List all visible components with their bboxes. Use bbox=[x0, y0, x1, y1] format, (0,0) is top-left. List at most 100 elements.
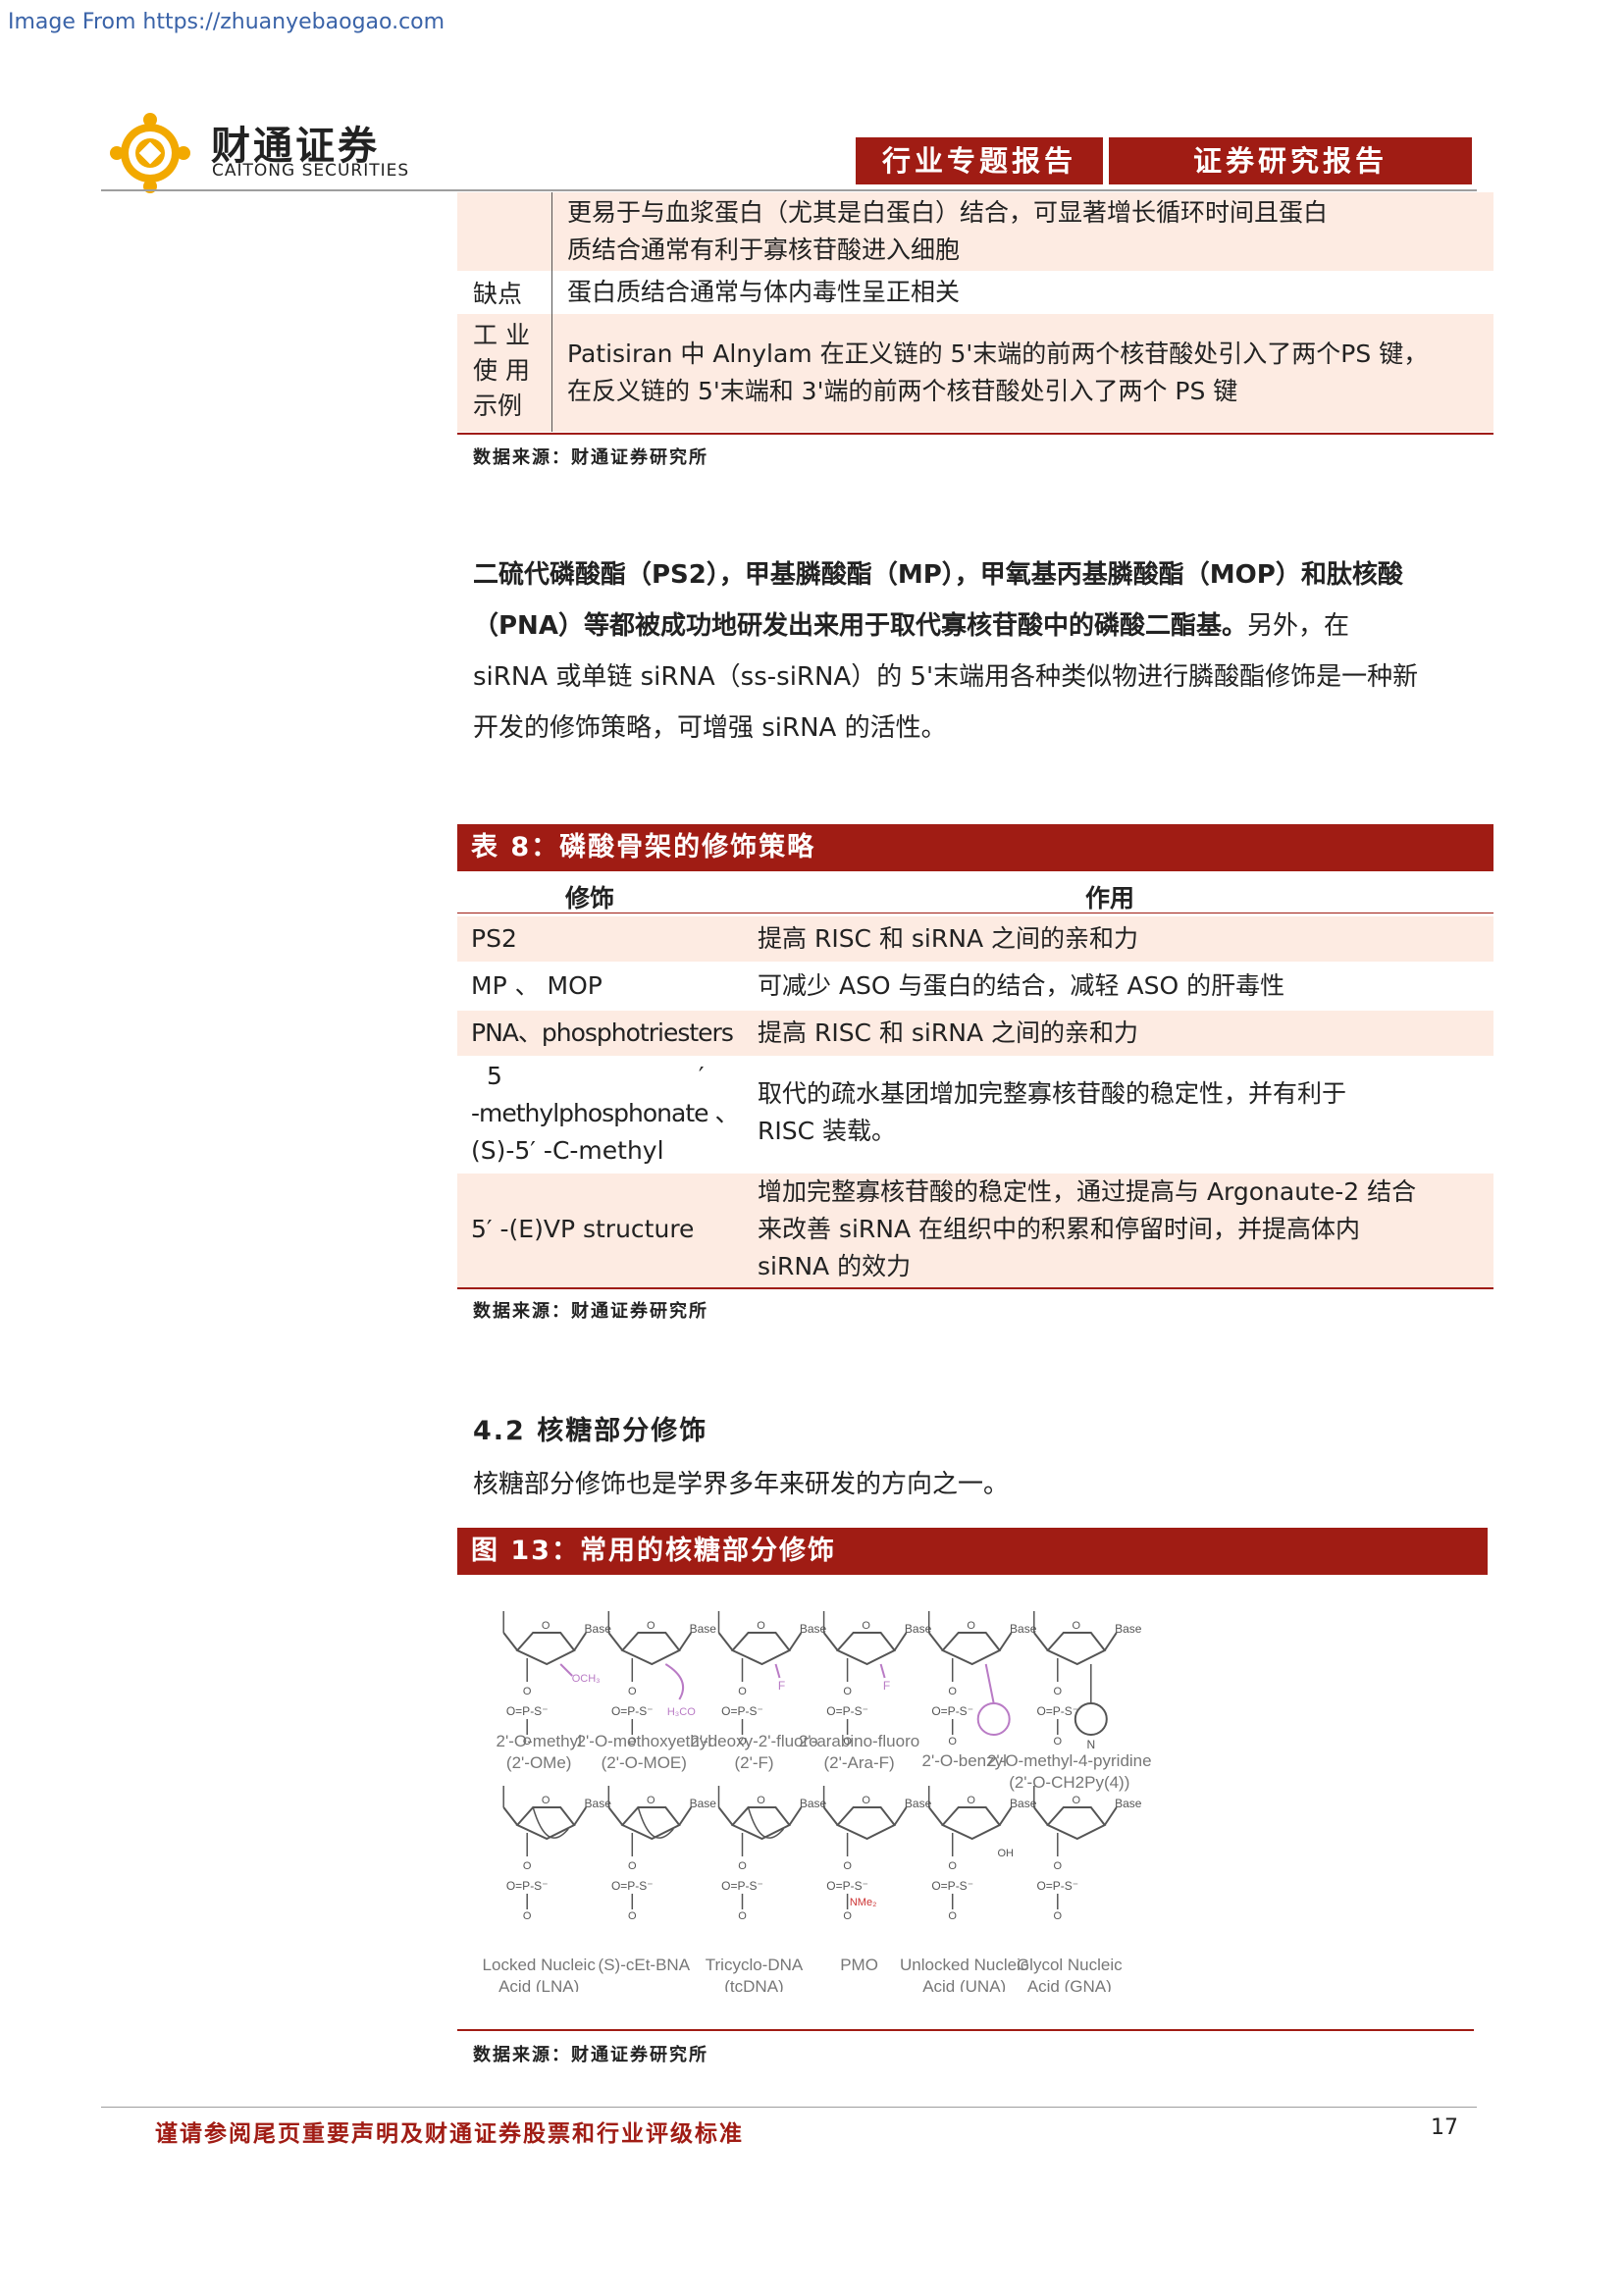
ring-oxygen-label: O bbox=[757, 1620, 765, 1632]
substituent-label: F bbox=[883, 1679, 890, 1693]
phosphate-oxygen-label: O bbox=[738, 1910, 747, 1922]
phosphate-label: O=P-S⁻ bbox=[1036, 1879, 1078, 1893]
figure-title: 图 13：常用的核糖部分修饰 bbox=[457, 1528, 1488, 1575]
phosphate-label: O=P-S⁻ bbox=[506, 1879, 549, 1893]
phosphate-label: O=P-S⁻ bbox=[931, 1704, 973, 1718]
ring-oxygen-label: O bbox=[647, 1620, 655, 1632]
phosphate-label: O=P-S⁻ bbox=[721, 1704, 763, 1718]
base-label: Base bbox=[1010, 1797, 1037, 1810]
structure-label: 2'-arabino-fluoro bbox=[799, 1732, 919, 1750]
structure-abbrev-label: (2'-O-MOE) bbox=[602, 1753, 687, 1772]
phosphate-label: O=P-S⁻ bbox=[826, 1879, 868, 1893]
table-cell-label: 缺点 bbox=[457, 271, 552, 314]
structure-abbrev-label: Acid (LNA) bbox=[498, 1977, 579, 1992]
table-row: 更易于与血浆蛋白（尤其是白蛋白）结合，可显著增长循环时间且蛋白 质结合通常有利于… bbox=[457, 192, 1493, 272]
ring-oxygen-label: O bbox=[647, 1795, 655, 1806]
table-row: 5′ -(E)VP structure 增加完整寡核苷酸的稳定性，通过提高与 A… bbox=[457, 1174, 1493, 1287]
structure-label: 2'-O-methyl-4-pyridine bbox=[987, 1751, 1152, 1770]
structure-abbrev-label: (tcDNA) bbox=[724, 1977, 783, 1992]
phosphate-label: O=P-S⁻ bbox=[931, 1879, 973, 1893]
table-row: 缺点 蛋白质结合通常与体内毒性呈正相关 bbox=[457, 271, 1493, 315]
table-source-note: 数据来源：财通证券研究所 bbox=[473, 447, 708, 468]
substituent-label: NMe₂ bbox=[850, 1897, 877, 1908]
base-label: Base bbox=[690, 1622, 717, 1636]
base-label: Base bbox=[1115, 1797, 1142, 1810]
phosphate-label: O=P-S⁻ bbox=[1036, 1704, 1078, 1718]
base-label: Base bbox=[905, 1797, 932, 1810]
table-row: PNA、phosphotriesters 提高 RISC 和 siRNA 之间的… bbox=[457, 1011, 1493, 1056]
ring-oxygen-label: O bbox=[862, 1795, 870, 1806]
phosphate-oxygen-label: O bbox=[628, 1686, 637, 1697]
table-bottom-rule bbox=[457, 1287, 1493, 1289]
structure-label: Unlocked Nucleic bbox=[900, 1956, 1029, 1974]
ring-oxygen-label: O bbox=[1073, 1620, 1081, 1632]
table-8: 表 8：磷酸骨架的修饰策略 修饰 作用 PS2 提高 RISC 和 siRNA … bbox=[457, 824, 1493, 1287]
structure-abbrev-label: (2'-F) bbox=[734, 1753, 773, 1772]
phosphate-oxygen-label: O bbox=[1054, 1910, 1063, 1922]
figure-bottom-rule bbox=[457, 2029, 1474, 2031]
structure-abbrev-label: (2'-O-CH2Py(4)) bbox=[1009, 1773, 1129, 1792]
page-number: 17 bbox=[1431, 2115, 1458, 2140]
substituent-label: H₃CO bbox=[667, 1706, 696, 1718]
table-bottom-rule bbox=[457, 433, 1493, 435]
watermark-url: Image From https://zhuanyebaogao.com bbox=[8, 10, 445, 34]
figure-source-note: 数据来源：财通证券研究所 bbox=[473, 2045, 708, 2065]
phosphate-oxygen-label: O bbox=[628, 1860, 637, 1872]
footer-disclaimer: 谨请参阅尾页重要声明及财通证券股票和行业评级标准 bbox=[155, 2121, 744, 2147]
ring-oxygen-label: O bbox=[1073, 1795, 1081, 1806]
table-cell-text: 更易于与血浆蛋白（尤其是白蛋白）结合，可显著增长循环时间且蛋白 质结合通常有利于… bbox=[567, 198, 1329, 264]
brand-name-en: CAITONG SECURITIES bbox=[212, 161, 410, 181]
phosphate-oxygen-label: O bbox=[843, 1860, 852, 1872]
column-header-modification: 修饰 bbox=[565, 884, 615, 913]
phosphate-oxygen-label: O bbox=[738, 1686, 747, 1697]
phosphate-oxygen-label: O bbox=[738, 1860, 747, 1872]
structure-label: Glycol Nucleic bbox=[1017, 1956, 1123, 1974]
phosphate-oxygen-label: O bbox=[1054, 1736, 1063, 1748]
phosphate-oxygen-label: O bbox=[948, 1736, 957, 1748]
structure-label: Locked Nucleic bbox=[483, 1956, 597, 1974]
table-row: 工 业 使 用 示例 Patisiran 中 Alnylam 在正义链的 5'末… bbox=[457, 314, 1493, 433]
report-category-tag: 证券研究报告 bbox=[1109, 137, 1472, 184]
phosphate-oxygen-label: O bbox=[523, 1686, 532, 1697]
phosphate-oxygen-label: O bbox=[1054, 1860, 1063, 1872]
base-label: Base bbox=[585, 1622, 612, 1636]
structure-label: PMO bbox=[840, 1956, 878, 1974]
phosphate-label: O=P-S⁻ bbox=[506, 1704, 549, 1718]
base-label: Base bbox=[800, 1622, 827, 1636]
phosphate-oxygen-label: O bbox=[843, 1686, 852, 1697]
column-header-effect: 作用 bbox=[1085, 884, 1135, 913]
pyridine-n-label: N bbox=[1086, 1738, 1095, 1751]
table-cell-text: 蛋白质结合通常与体内毒性呈正相关 bbox=[567, 278, 961, 306]
report-type-tag: 行业专题报告 bbox=[856, 137, 1103, 184]
table-row: 5 ′ -methylphosphonate 、 (S)-5′ -C-methyl… bbox=[471, 1062, 1347, 1165]
ring-oxygen-label: O bbox=[967, 1795, 975, 1806]
table-cell-label: 工 业 使 用 示例 bbox=[457, 314, 552, 432]
structure-abbrev-label: Acid (UNA) bbox=[922, 1977, 1006, 1992]
phosphate-label: O=P-S⁻ bbox=[721, 1879, 763, 1893]
body-paragraph: 二硫代磷酸酯（PS2），甲基膦酸酯（MP），甲氧基丙基膦酸酯（MOP）和肽核酸 … bbox=[473, 560, 1419, 743]
structure-abbrev-label: (2'-OMe) bbox=[506, 1753, 572, 1772]
phosphate-oxygen-label: O bbox=[628, 1910, 637, 1922]
phosphate-label: O=P-S⁻ bbox=[826, 1704, 868, 1718]
phosphate-oxygen-label: O bbox=[523, 1910, 532, 1922]
structure-abbrev-label: (2'-Ara-F) bbox=[824, 1753, 895, 1772]
substituent-label: OH bbox=[997, 1848, 1014, 1859]
phosphate-oxygen-label: O bbox=[843, 1910, 852, 1922]
structure-label: Tricyclo-DNA bbox=[706, 1956, 804, 1974]
ring-oxygen-label: O bbox=[967, 1620, 975, 1632]
table-cell-label bbox=[457, 192, 552, 271]
table-row: PS2 提高 RISC 和 siRNA 之间的亲和力 bbox=[457, 916, 1493, 962]
table-cell-text: Patisiran 中 Alnylam 在正义链的 5'末端的前两个核苷酸处引入… bbox=[567, 339, 1429, 405]
base-label: Base bbox=[800, 1797, 827, 1810]
phosphate-oxygen-label: O bbox=[523, 1860, 532, 1872]
section-heading: 4.2 核糖部分修饰 bbox=[473, 1416, 708, 1446]
substituent-label: OCH₃ bbox=[572, 1673, 601, 1685]
structure-label: 2'-O-methyl bbox=[497, 1732, 582, 1750]
phosphate-oxygen-label: O bbox=[1054, 1686, 1063, 1697]
base-label: Base bbox=[905, 1622, 932, 1636]
table-row: MP 、 MOP 可减少 ASO 与蛋白的结合，减轻 ASO 的肝毒性 bbox=[471, 971, 1285, 1000]
base-label: Base bbox=[585, 1797, 612, 1810]
base-label: Base bbox=[1115, 1622, 1142, 1636]
footer-divider bbox=[101, 2107, 1477, 2108]
phosphate-oxygen-label: O bbox=[948, 1860, 957, 1872]
